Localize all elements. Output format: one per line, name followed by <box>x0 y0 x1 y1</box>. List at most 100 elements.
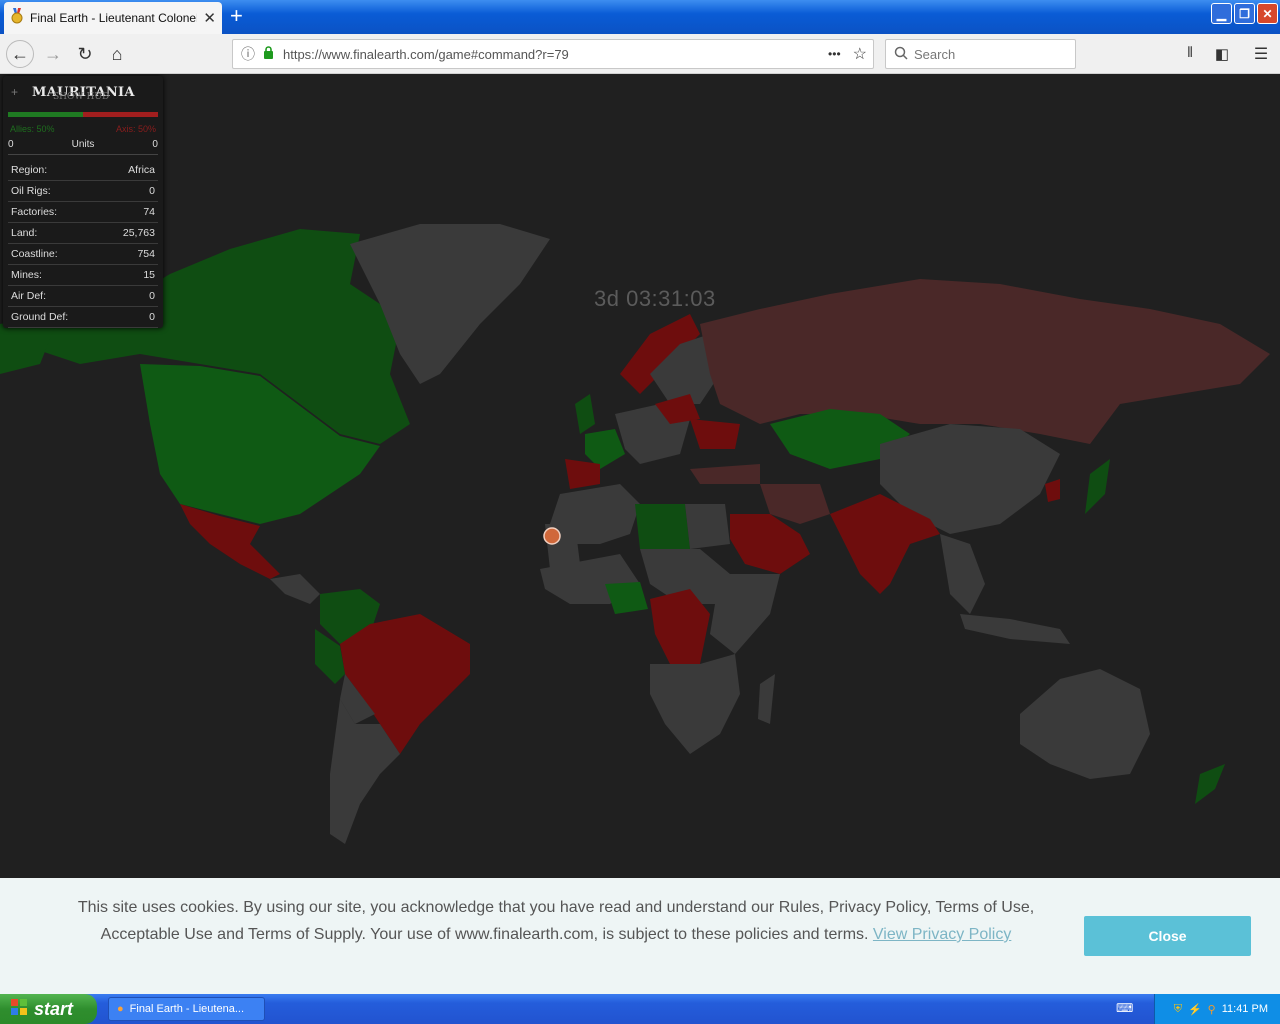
units-axis-count: 0 <box>152 139 158 150</box>
stat-row: Land: 25,763 <box>8 223 158 244</box>
stat-value: 754 <box>137 248 155 260</box>
country-southeast-asia[interactable] <box>940 534 985 614</box>
allies-percentage: Allies: 50% <box>10 124 55 134</box>
info-icon[interactable]: ⓘ <box>241 44 255 64</box>
country-ukraine[interactable] <box>690 419 740 449</box>
navigation-toolbar: ← → ↻ ⌂ ⓘ https://www.finalearth.com/gam… <box>0 34 1280 74</box>
search-tray-icon[interactable]: ⚲ <box>1208 1003 1216 1016</box>
stat-value: 74 <box>143 206 155 218</box>
clock: 11:41 PM <box>1221 1003 1268 1015</box>
search-icon <box>894 46 908 63</box>
cookie-banner: This site uses cookies. By using our sit… <box>0 878 1280 994</box>
axis-percentage: Axis: 50% <box>115 124 156 134</box>
window-close-button[interactable]: ✕ <box>1257 3 1278 24</box>
stat-label: Factories: <box>11 206 58 218</box>
country-spain[interactable] <box>565 459 600 489</box>
taskbar-item-browser[interactable]: ● Final Earth - Lieutena... <box>108 997 265 1021</box>
start-button[interactable]: start <box>0 994 97 1024</box>
cookie-close-button[interactable]: Close <box>1084 916 1251 956</box>
stat-row: Air Def: 0 <box>8 286 158 307</box>
allegiance-bar <box>8 112 158 117</box>
system-tray: ⛨ ⚡ ⚲ 11:41 PM <box>1154 994 1280 1024</box>
country-korea[interactable] <box>1045 479 1060 502</box>
start-label: start <box>34 998 74 1019</box>
country-turkey[interactable] <box>690 464 760 484</box>
security-shield-icon[interactable]: ⛨ <box>1174 1003 1182 1016</box>
home-icon[interactable]: ⌂ <box>103 40 131 68</box>
search-input[interactable]: Search <box>885 39 1076 69</box>
country-madagascar[interactable] <box>758 674 775 724</box>
tab-close-icon[interactable]: ✕ <box>203 9 216 27</box>
country-russia[interactable] <box>700 279 1270 444</box>
firefox-icon: ● <box>117 1003 124 1015</box>
stat-label: Region: <box>11 164 48 176</box>
expand-icon[interactable]: + <box>11 85 18 99</box>
stat-row: Factories: 74 <box>8 202 158 223</box>
medal-icon <box>10 7 24 29</box>
page-actions-icon[interactable]: ••• <box>828 47 841 61</box>
stat-label: Oil Rigs: <box>11 185 51 197</box>
stat-row: Region: Africa <box>8 160 158 181</box>
axis-bar-fill <box>83 112 158 117</box>
stat-value: 25,763 <box>122 227 155 239</box>
library-icon[interactable]: 𝍪 <box>1176 40 1204 68</box>
stat-label: Ground Def: <box>11 311 69 323</box>
stat-value: 15 <box>143 269 155 281</box>
turn-timer: 3d 03:31:03 <box>594 286 716 311</box>
units-allies-count: 0 <box>8 139 14 150</box>
cookie-message: This site uses cookies. By using our sit… <box>50 894 1062 948</box>
country-egypt[interactable] <box>685 504 730 549</box>
url-text[interactable]: https://www.finalearth.com/game#command?… <box>283 47 828 62</box>
country-australia[interactable] <box>1020 669 1150 779</box>
stat-value: 0 <box>149 311 155 323</box>
stat-value: 0 <box>149 290 155 302</box>
country-libya[interactable] <box>635 504 690 549</box>
menu-icon[interactable]: ☰ <box>1247 40 1275 68</box>
maximize-button[interactable]: ❐ <box>1234 3 1255 24</box>
country-uk[interactable] <box>575 394 595 434</box>
privacy-policy-link[interactable]: View Privacy Policy <box>873 926 1011 943</box>
allies-bar-fill <box>8 112 83 117</box>
stat-value: 0 <box>149 185 155 197</box>
stat-row: Ground Def: 0 <box>8 307 158 328</box>
browser-tab[interactable]: Final Earth - Lieutenant Colonel Vi ✕ <box>4 2 222 34</box>
windows-logo-icon <box>10 998 28 1021</box>
country-central-america[interactable] <box>270 574 320 604</box>
new-tab-button[interactable]: + <box>230 4 243 28</box>
stat-row: Mines: 15 <box>8 265 158 286</box>
lock-icon[interactable] <box>263 46 274 62</box>
search-placeholder: Search <box>914 46 956 62</box>
taskbar-item-label: Final Earth - Lieutena... <box>129 1003 244 1015</box>
network-icon[interactable]: ⚡ <box>1188 1003 1202 1016</box>
forward-arrow-icon[interactable]: → <box>39 40 67 68</box>
country-japan[interactable] <box>1085 459 1110 514</box>
country-nigeria[interactable] <box>605 582 648 614</box>
show-hud-button[interactable]: SHOW HUD <box>53 92 109 102</box>
stat-row: Coastline: 754 <box>8 244 158 265</box>
bookmark-star-icon[interactable]: ☆ <box>853 44 867 64</box>
game-map-area[interactable]: 3d 03:31:03 + MAURITANIA SHOW HUD Allies… <box>0 74 1280 878</box>
units-row: 0 Units 0 <box>8 139 158 155</box>
url-bar[interactable]: ⓘ https://www.finalearth.com/game#comman… <box>232 39 874 69</box>
country-hud-panel: + MAURITANIA SHOW HUD Allies: 50% Axis: … <box>3 76 163 328</box>
country-southern-africa[interactable] <box>650 654 740 754</box>
back-arrow-icon[interactable]: ← <box>6 40 34 68</box>
stat-label: Air Def: <box>11 290 47 302</box>
stat-row: Oil Rigs: 0 <box>8 181 158 202</box>
minimize-button[interactable]: ▁ <box>1211 3 1232 24</box>
stat-label: Coastline: <box>11 248 58 260</box>
units-label: Units <box>71 139 95 150</box>
selected-location-marker[interactable] <box>543 527 561 545</box>
windows-taskbar: start ● Final Earth - Lieutena... ⌨ ⛨ ⚡ … <box>0 994 1280 1024</box>
country-east-africa[interactable] <box>710 574 780 654</box>
stats-list: Region: Africa Oil Rigs: 0 Factories: 74 La… <box>8 160 158 328</box>
country-indonesia[interactable] <box>960 614 1070 644</box>
keyboard-icon[interactable]: ⌨ <box>1116 1001 1133 1015</box>
stat-value: Africa <box>128 164 155 176</box>
stat-label: Mines: <box>11 269 42 281</box>
reload-icon[interactable]: ↻ <box>71 40 99 68</box>
sidebar-icon[interactable]: ◧ <box>1208 40 1236 68</box>
country-new-zealand[interactable] <box>1195 764 1225 804</box>
window-title-bar: Final Earth - Lieutenant Colonel Vi ✕ + … <box>0 0 1280 34</box>
world-map[interactable] <box>0 74 1280 878</box>
